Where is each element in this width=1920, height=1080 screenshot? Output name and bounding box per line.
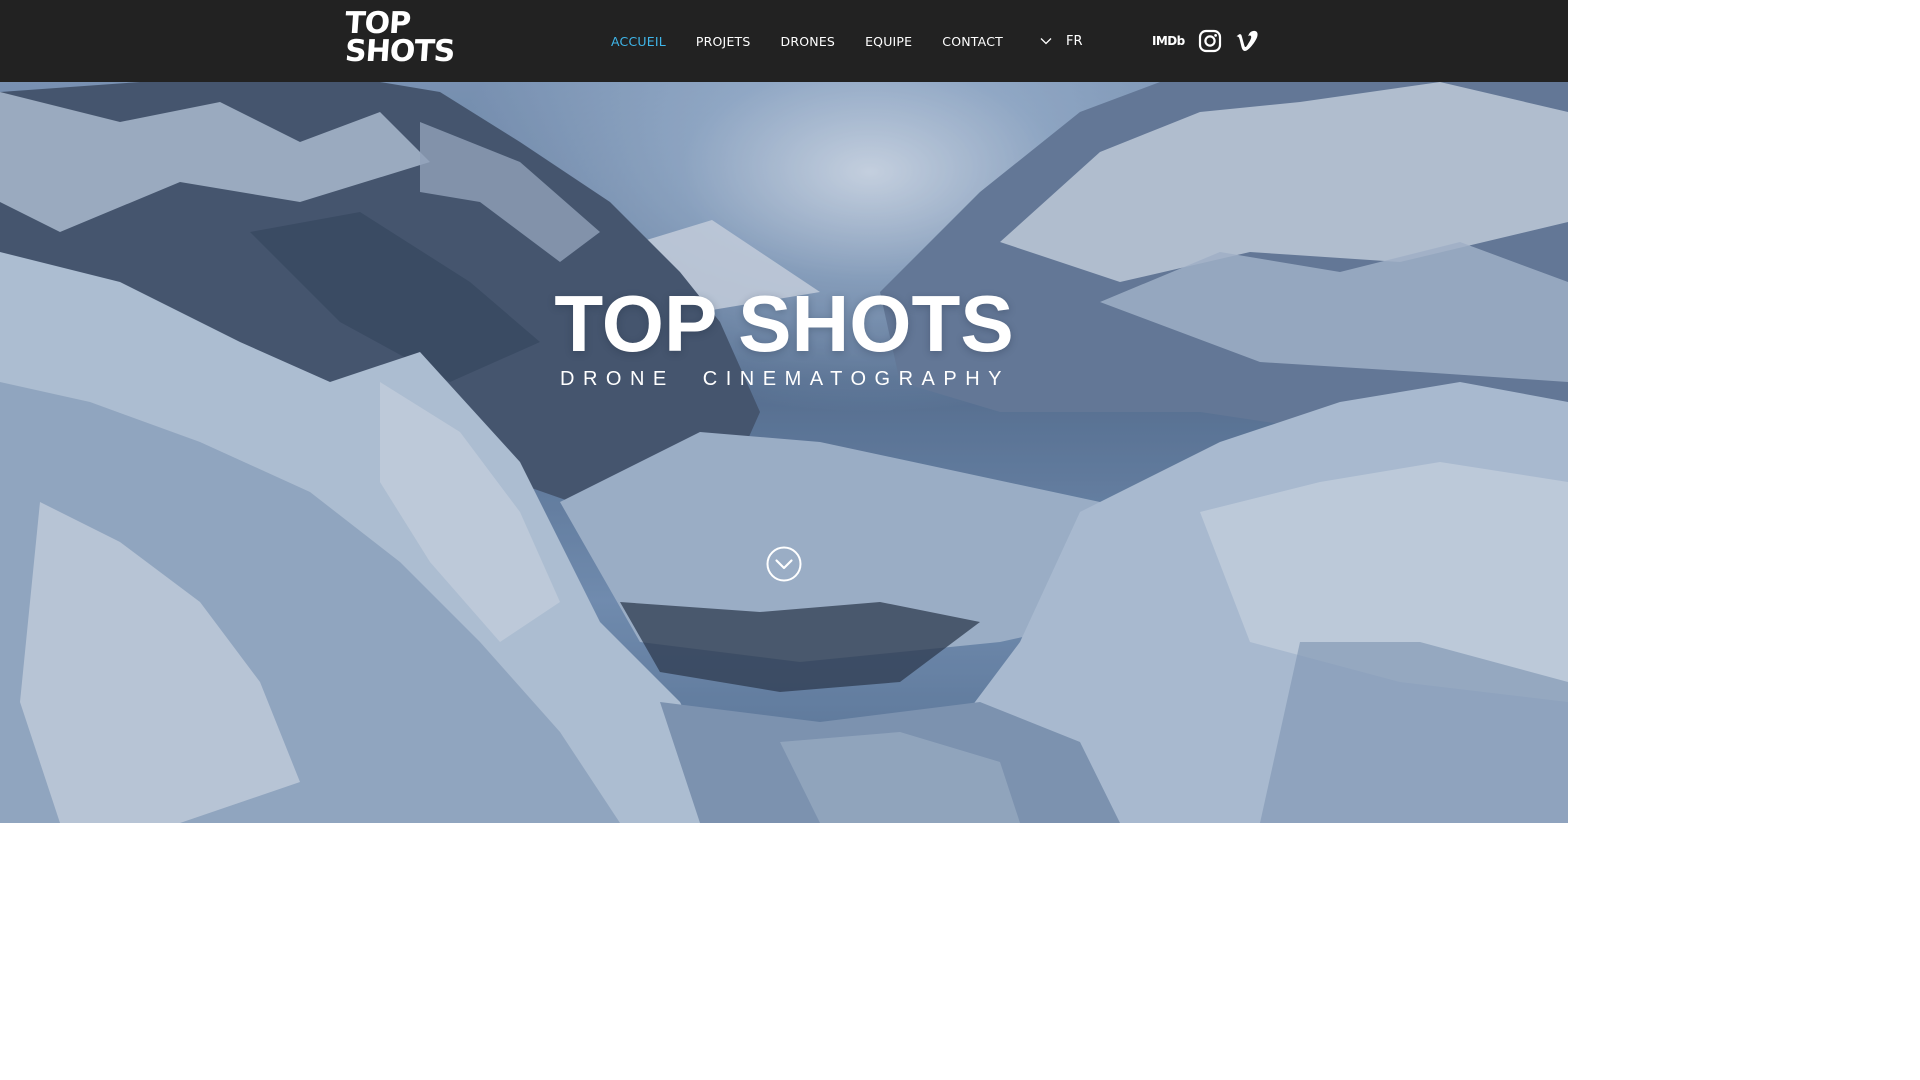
chevron-down-icon — [1040, 38, 1052, 45]
nav-item-drones[interactable]: DRONES — [766, 34, 851, 49]
imdb-link[interactable]: IMDb — [1152, 34, 1185, 48]
hero-background-image — [0, 82, 1568, 823]
nav-item-projets[interactable]: PROJETS — [681, 34, 766, 49]
language-selector[interactable]: FR — [1040, 0, 1083, 82]
hero-section: TOP SHOTS DRONE CINEMATOGRAPHY — [0, 82, 1568, 823]
vimeo-icon[interactable] — [1235, 30, 1259, 52]
logo-line-2: SHOTS — [343, 34, 456, 69]
hero-title: TOP SHOTS — [554, 279, 1014, 368]
social-links: IMDb — [1152, 0, 1259, 82]
nav-item-accueil[interactable]: ACCUEIL — [596, 34, 681, 49]
nav-item-equipe[interactable]: EQUIPE — [850, 34, 927, 49]
hero-subtitle: DRONE CINEMATOGRAPHY — [560, 368, 1010, 390]
language-label: FR — [1066, 33, 1083, 49]
site-logo[interactable]: TOP SHOTS — [343, 6, 456, 70]
site-header: TOP SHOTS ACCUEIL PROJETS DRONES EQUIPE … — [0, 0, 1568, 82]
content-area — [0, 823, 1568, 882]
main-nav: ACCUEIL PROJETS DRONES EQUIPE CONTACT — [596, 0, 1018, 82]
chevron-down-circle-icon[interactable] — [766, 546, 802, 582]
nav-item-contact[interactable]: CONTACT — [927, 34, 1018, 49]
instagram-icon[interactable] — [1198, 29, 1222, 53]
